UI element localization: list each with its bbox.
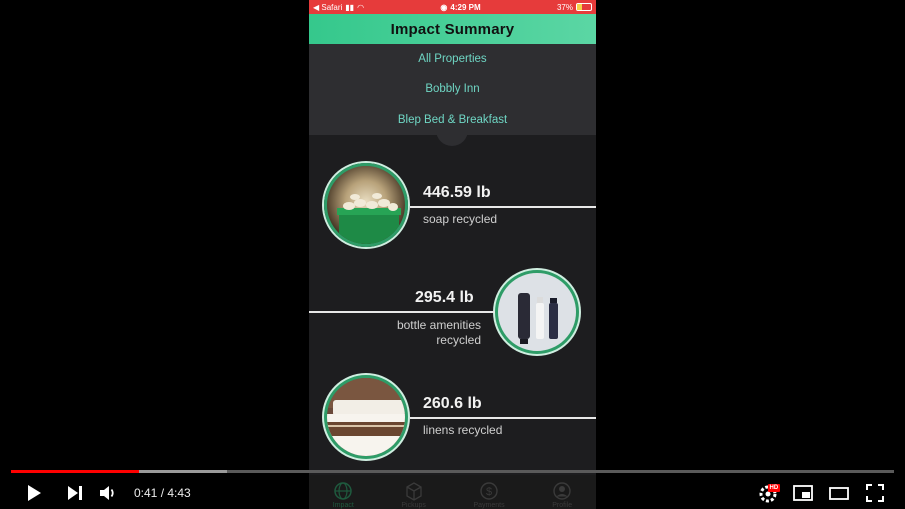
app-header: Impact Summary <box>309 14 596 44</box>
hd-badge: HD <box>768 484 780 492</box>
bottles-label-line2: recycled <box>436 333 481 347</box>
back-to-safari[interactable]: ◀ Safari <box>313 3 342 12</box>
soap-value: 446.59 lb <box>423 184 491 201</box>
soap-divider <box>410 206 596 208</box>
battery-percent: 37% <box>556 2 573 12</box>
linens-label: linens recycled <box>423 423 503 437</box>
miniplayer-icon[interactable] <box>792 482 814 504</box>
amenity-bottles-image <box>495 270 579 354</box>
status-time: 4:29 PM <box>450 2 481 12</box>
time-display: 0:41 / 4:43 <box>134 486 191 500</box>
video-controls: 0:41 / 4:43 HD <box>0 478 905 509</box>
bottles-value: 295.4 lb <box>415 289 474 306</box>
status-bar: ◀ Safari ▮▮ ◠ ◉ 4:29 PM 37% <box>309 0 596 14</box>
hotel-bed-image <box>324 375 408 459</box>
linens-divider <box>410 417 596 419</box>
property-dropdown: All Properties Bobbly Inn Blep Bed & Bre… <box>309 44 596 135</box>
battery-icon <box>576 3 592 11</box>
linens-value: 260.6 lb <box>423 395 482 412</box>
property-option-bobbly-inn[interactable]: Bobbly Inn <box>309 74 596 104</box>
fullscreen-icon[interactable] <box>864 482 886 504</box>
property-option-all[interactable]: All Properties <box>309 44 596 74</box>
phone-screen: ◀ Safari ▮▮ ◠ ◉ 4:29 PM 37% Impact Summa… <box>309 0 596 509</box>
played-bar <box>11 470 140 473</box>
soap-label: soap recycled <box>423 212 498 226</box>
time-separator: / <box>157 486 168 500</box>
video-progress-bar[interactable] <box>11 470 894 473</box>
soap-bin-image <box>324 163 408 247</box>
wifi-icon: ◠ <box>357 2 365 12</box>
page-title: Impact Summary <box>390 20 515 38</box>
current-time: 0:41 <box>134 486 158 500</box>
duration: 4:43 <box>167 486 191 500</box>
dropdown-handle[interactable] <box>436 126 468 146</box>
bottles-divider <box>309 311 495 313</box>
bottles-label: bottle amenities recycled <box>349 318 481 348</box>
recording-icon: ◉ <box>440 2 448 12</box>
bottles-label-line1: bottle amenities <box>396 318 481 332</box>
signal-icon: ▮▮ <box>345 2 355 12</box>
next-icon[interactable] <box>64 482 86 504</box>
play-icon[interactable] <box>23 482 45 504</box>
volume-icon[interactable] <box>97 482 119 504</box>
theater-mode-icon[interactable] <box>828 482 850 504</box>
